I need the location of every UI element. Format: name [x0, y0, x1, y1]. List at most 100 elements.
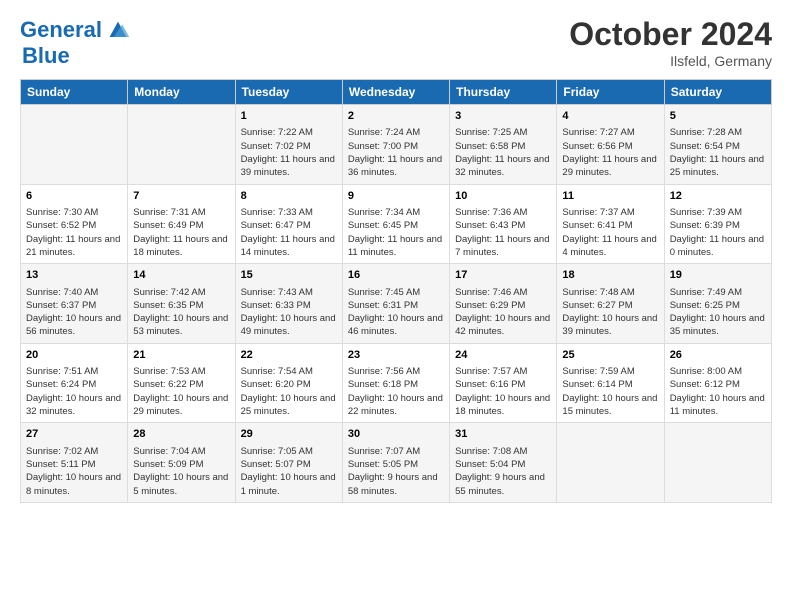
week-row-2: 13 Sunrise: 7:40 AM Sunset: 6:37 PM Dayli… [21, 264, 772, 344]
day-cell: 4 Sunrise: 7:27 AM Sunset: 6:56 PM Daylig… [557, 105, 664, 185]
day-info: Sunrise: 7:25 AM Sunset: 6:58 PM Dayligh… [455, 126, 551, 179]
header-day-friday: Friday [557, 80, 664, 105]
day-info: Sunrise: 7:57 AM Sunset: 6:16 PM Dayligh… [455, 365, 551, 418]
logo: General Blue [20, 16, 132, 68]
day-number: 13 [26, 268, 122, 283]
day-cell: 11 Sunrise: 7:37 AM Sunset: 6:41 PM Dayli… [557, 184, 664, 264]
day-cell: 13 Sunrise: 7:40 AM Sunset: 6:37 PM Dayli… [21, 264, 128, 344]
header-day-tuesday: Tuesday [235, 80, 342, 105]
day-cell: 19 Sunrise: 7:49 AM Sunset: 6:25 PM Dayli… [664, 264, 771, 344]
day-number: 28 [133, 427, 229, 442]
calendar-header-row: SundayMondayTuesdayWednesdayThursdayFrid… [21, 80, 772, 105]
day-info: Sunrise: 7:46 AM Sunset: 6:29 PM Dayligh… [455, 286, 551, 339]
day-number: 15 [241, 268, 337, 283]
day-number: 21 [133, 348, 229, 363]
day-number: 6 [26, 189, 122, 204]
day-number: 30 [348, 427, 444, 442]
day-number: 18 [562, 268, 658, 283]
day-cell: 16Sunrise: 7:45 AM Sunset: 6:31 PM Dayli… [342, 264, 449, 344]
day-number: 17 [455, 268, 551, 283]
day-info: Sunrise: 7:07 AM Sunset: 5:05 PM Dayligh… [348, 445, 444, 498]
day-number: 26 [670, 348, 766, 363]
day-info: Sunrise: 7:04 AM Sunset: 5:09 PM Dayligh… [133, 445, 229, 498]
header-day-saturday: Saturday [664, 80, 771, 105]
title-block: October 2024 Ilsfeld, Germany [569, 16, 772, 69]
day-number: 31 [455, 427, 551, 442]
day-info: Sunrise: 7:22 AM Sunset: 7:02 PM Dayligh… [241, 126, 337, 179]
day-cell: 23Sunrise: 7:56 AM Sunset: 6:18 PM Dayli… [342, 343, 449, 423]
logo-general: General [20, 17, 102, 42]
day-info: Sunrise: 7:33 AM Sunset: 6:47 PM Dayligh… [241, 206, 337, 259]
day-number: 11 [562, 189, 658, 204]
logo-icon [104, 16, 132, 44]
day-number: 14 [133, 268, 229, 283]
day-cell: 6 Sunrise: 7:30 AM Sunset: 6:52 PM Daylig… [21, 184, 128, 264]
header-day-thursday: Thursday [450, 80, 557, 105]
day-cell: 17 Sunrise: 7:46 AM Sunset: 6:29 PM Dayli… [450, 264, 557, 344]
day-cell: 18 Sunrise: 7:48 AM Sunset: 6:27 PM Dayli… [557, 264, 664, 344]
day-info: Sunrise: 7:48 AM Sunset: 6:27 PM Dayligh… [562, 286, 658, 339]
day-cell [557, 423, 664, 503]
page: General Blue October 2024 Ilsfeld, Germa… [0, 0, 792, 513]
day-info: Sunrise: 7:08 AM Sunset: 5:04 PM Dayligh… [455, 445, 551, 498]
day-cell: 15 Sunrise: 7:43 AM Sunset: 6:33 PM Dayli… [235, 264, 342, 344]
header-day-sunday: Sunday [21, 80, 128, 105]
day-info: Sunrise: 7:49 AM Sunset: 6:25 PM Dayligh… [670, 286, 766, 339]
day-number: 7 [133, 189, 229, 204]
day-number: 20 [26, 348, 122, 363]
day-number: 29 [241, 427, 337, 442]
logo-text: General [20, 18, 102, 42]
day-info: Sunrise: 7:42 AM Sunset: 6:35 PM Dayligh… [133, 286, 229, 339]
day-info: Sunrise: 7:40 AM Sunset: 6:37 PM Dayligh… [26, 286, 122, 339]
day-cell [128, 105, 235, 185]
day-cell [21, 105, 128, 185]
day-info: Sunrise: 7:34 AM Sunset: 6:45 PM Dayligh… [348, 206, 444, 259]
calendar-body: 1Sunrise: 7:22 AM Sunset: 7:02 PM Daylig… [21, 105, 772, 503]
day-cell: 30 Sunrise: 7:07 AM Sunset: 5:05 PM Dayli… [342, 423, 449, 503]
day-cell: 9 Sunrise: 7:34 AM Sunset: 6:45 PM Daylig… [342, 184, 449, 264]
day-cell: 3 Sunrise: 7:25 AM Sunset: 6:58 PM Daylig… [450, 105, 557, 185]
day-info: Sunrise: 7:43 AM Sunset: 6:33 PM Dayligh… [241, 286, 337, 339]
day-info: Sunrise: 7:54 AM Sunset: 6:20 PM Dayligh… [241, 365, 337, 418]
day-info: Sunrise: 7:37 AM Sunset: 6:41 PM Dayligh… [562, 206, 658, 259]
week-row-4: 27Sunrise: 7:02 AM Sunset: 5:11 PM Dayli… [21, 423, 772, 503]
day-number: 24 [455, 348, 551, 363]
day-info: Sunrise: 7:39 AM Sunset: 6:39 PM Dayligh… [670, 206, 766, 259]
day-cell: 29 Sunrise: 7:05 AM Sunset: 5:07 PM Dayli… [235, 423, 342, 503]
day-info: Sunrise: 7:02 AM Sunset: 5:11 PM Dayligh… [26, 445, 122, 498]
day-number: 12 [670, 189, 766, 204]
day-number: 10 [455, 189, 551, 204]
day-info: Sunrise: 7:27 AM Sunset: 6:56 PM Dayligh… [562, 126, 658, 179]
day-info: Sunrise: 7:31 AM Sunset: 6:49 PM Dayligh… [133, 206, 229, 259]
day-number: 9 [348, 189, 444, 204]
day-info: Sunrise: 7:59 AM Sunset: 6:14 PM Dayligh… [562, 365, 658, 418]
day-number: 3 [455, 109, 551, 124]
day-number: 4 [562, 109, 658, 124]
day-number: 23 [348, 348, 444, 363]
day-cell: 21Sunrise: 7:53 AM Sunset: 6:22 PM Dayli… [128, 343, 235, 423]
day-cell: 12 Sunrise: 7:39 AM Sunset: 6:39 PM Dayli… [664, 184, 771, 264]
day-info: Sunrise: 8:00 AM Sunset: 6:12 PM Dayligh… [670, 365, 766, 418]
day-info: Sunrise: 7:24 AM Sunset: 7:00 PM Dayligh… [348, 126, 444, 179]
day-cell: 25Sunrise: 7:59 AM Sunset: 6:14 PM Dayli… [557, 343, 664, 423]
day-cell: 5Sunrise: 7:28 AM Sunset: 6:54 PM Daylig… [664, 105, 771, 185]
day-number: 8 [241, 189, 337, 204]
week-row-1: 6 Sunrise: 7:30 AM Sunset: 6:52 PM Daylig… [21, 184, 772, 264]
day-cell: 7 Sunrise: 7:31 AM Sunset: 6:49 PM Daylig… [128, 184, 235, 264]
day-number: 16 [348, 268, 444, 283]
day-number: 19 [670, 268, 766, 283]
location: Ilsfeld, Germany [569, 53, 772, 69]
day-info: Sunrise: 7:28 AM Sunset: 6:54 PM Dayligh… [670, 126, 766, 179]
day-cell: 22Sunrise: 7:54 AM Sunset: 6:20 PM Dayli… [235, 343, 342, 423]
day-cell: 8 Sunrise: 7:33 AM Sunset: 6:47 PM Daylig… [235, 184, 342, 264]
day-cell: 14 Sunrise: 7:42 AM Sunset: 6:35 PM Dayli… [128, 264, 235, 344]
header: General Blue October 2024 Ilsfeld, Germa… [20, 16, 772, 69]
day-cell: 1Sunrise: 7:22 AM Sunset: 7:02 PM Daylig… [235, 105, 342, 185]
day-cell [664, 423, 771, 503]
day-cell: 31 Sunrise: 7:08 AM Sunset: 5:04 PM Dayli… [450, 423, 557, 503]
day-info: Sunrise: 7:51 AM Sunset: 6:24 PM Dayligh… [26, 365, 122, 418]
day-info: Sunrise: 7:05 AM Sunset: 5:07 PM Dayligh… [241, 445, 337, 498]
day-info: Sunrise: 7:30 AM Sunset: 6:52 PM Dayligh… [26, 206, 122, 259]
day-number: 2 [348, 109, 444, 124]
logo-blue: Blue [22, 43, 70, 68]
